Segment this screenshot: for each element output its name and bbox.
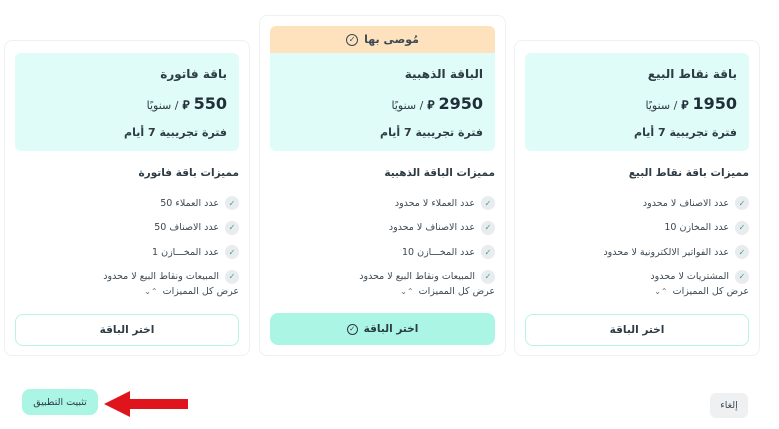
features-title: مميزات باقة فاتورة	[138, 167, 239, 179]
show-all-label: عرض كل المميزات	[672, 286, 749, 297]
recommended-label: مُوصى بها	[364, 33, 419, 46]
feature-label: عدد الاصناف لا محدود	[642, 197, 729, 209]
feature-label: عدد الاصناف لا محدود	[388, 222, 475, 234]
select-plan-button[interactable]: اختر الباقة ✓	[270, 313, 495, 345]
arrow-shape	[104, 391, 188, 417]
check-icon: ✓	[225, 220, 239, 235]
check-circle-icon: ✓	[346, 33, 359, 46]
check-icon: ✓	[735, 196, 749, 211]
feature-item: ✓ عدد الاصناف 50	[15, 216, 239, 241]
select-plan-button[interactable]: اختر الباقة	[525, 314, 749, 346]
feature-label: عدد العملاء لا محدود	[394, 197, 475, 209]
feature-item: ✓ عدد الفواتير الالكترونية لا محدود	[525, 240, 749, 265]
check-icon: ✓	[735, 269, 749, 284]
price-row: 550 ⃁ / سنويًا	[27, 94, 227, 113]
plan-card-pos: باقة نقاط البيع 1950 ⃁ / سنويًا فترة تجر…	[514, 40, 760, 356]
plan-price: 550	[193, 94, 227, 113]
expand-chevron-icon: ⌃⌄	[654, 286, 668, 296]
features-list: ✓ عدد الاصناف لا محدود ✓ عدد المخازن 10 ✓ ع…	[525, 191, 749, 289]
feature-label: عدد المخازن 10	[664, 222, 729, 234]
price-row: 2950 ⃁ / سنويًا	[282, 94, 483, 113]
plan-period: / سنويًا	[146, 99, 179, 112]
check-icon: ✓	[481, 269, 495, 284]
show-all-features-toggle[interactable]: عرض كل المميزات ⌃⌄	[654, 286, 749, 297]
cancel-button[interactable]: إلغاء	[710, 393, 748, 418]
feature-label: عدد الفواتير الالكترونية لا محدود	[603, 246, 729, 258]
plan-header: باقة فاتورة 550 ⃁ / سنويًا فترة تجريبية …	[15, 53, 239, 151]
plan-name: الباقة الذهبية	[404, 67, 483, 81]
check-icon: ✓	[225, 196, 239, 211]
plan-header: الباقة الذهبية 2950 ⃁ / سنويًا فترة تجري…	[270, 53, 495, 151]
expand-chevron-icon: ⌃⌄	[400, 286, 414, 296]
select-plan-label: اختر الباقة	[609, 324, 665, 336]
currency-icon: ⃁	[182, 98, 190, 112]
check-circle-icon: ✓	[346, 323, 358, 335]
select-plan-label: اختر الباقة	[363, 323, 419, 335]
feature-label: عدد المخـــازن 1	[152, 246, 219, 258]
check-icon: ✓	[481, 196, 495, 211]
plan-name: باقة فاتورة	[160, 67, 227, 81]
check-icon: ✓	[735, 245, 749, 260]
check-icon: ✓	[481, 245, 495, 260]
features-list: ✓ عدد العملاء 50 ✓ عدد الاصناف 50 ✓ عدد الم…	[15, 191, 239, 289]
feature-item: ✓ عدد الاصناف لا محدود	[270, 216, 495, 241]
red-arrow-annotation	[104, 391, 188, 417]
check-icon: ✓	[225, 245, 239, 260]
feature-item: ✓ عدد المخازن 10	[525, 216, 749, 241]
plan-card-invoice: باقة فاتورة 550 ⃁ / سنويًا فترة تجريبية …	[4, 40, 250, 356]
feature-item: ✓ عدد المخـــازن 1	[15, 240, 239, 265]
currency-icon: ⃁	[427, 98, 435, 112]
plan-header: باقة نقاط البيع 1950 ⃁ / سنويًا فترة تجر…	[525, 53, 749, 151]
feature-item: ✓ عدد العملاء 50	[15, 191, 239, 216]
features-list: ✓ عدد العملاء لا محدود ✓ عدد الاصناف لا مح…	[270, 191, 495, 289]
check-icon: ✓	[481, 220, 495, 235]
feature-item: ✓ عدد المخـــازن 10	[270, 240, 495, 265]
feature-item: ✓ عدد الاصناف لا محدود	[525, 191, 749, 216]
plan-price: 1950	[692, 94, 737, 113]
select-plan-label: اختر الباقة	[99, 324, 155, 336]
features-title: مميزات باقة نقاط البيع	[628, 167, 749, 179]
show-all-features-toggle[interactable]: عرض كل المميزات ⌃⌄	[400, 286, 495, 297]
feature-label: المبيعات ونقاط البيع لا محدود	[359, 271, 475, 283]
select-plan-button[interactable]: اختر الباقة	[15, 314, 239, 346]
feature-item: ✓ عدد العملاء لا محدود	[270, 191, 495, 216]
feature-label: المشتريات لا محدود	[650, 271, 729, 283]
plan-trial: فترة تجريبية 7 أيام	[124, 126, 227, 139]
install-app-button[interactable]: تثبيت التطبيق	[22, 389, 98, 415]
expand-chevron-icon: ⌃⌄	[144, 286, 158, 296]
price-row: 1950 ⃁ / سنويًا	[537, 94, 737, 113]
feature-label: عدد الاصناف 50	[154, 222, 219, 234]
feature-label: عدد المخـــازن 10	[402, 246, 475, 258]
show-all-features-toggle[interactable]: عرض كل المميزات ⌃⌄	[144, 286, 239, 297]
plan-period: / سنويًا	[645, 99, 678, 112]
plan-trial: فترة تجريبية 7 أيام	[634, 126, 737, 139]
currency-icon: ⃁	[681, 98, 689, 112]
feature-label: المبيعات ونقاط البيع لا محدود	[103, 271, 219, 283]
plan-name: باقة نقاط البيع	[647, 67, 737, 81]
show-all-label: عرض كل المميزات	[418, 286, 495, 297]
plan-trial: فترة تجريبية 7 أيام	[380, 126, 483, 139]
check-icon: ✓	[735, 220, 749, 235]
plan-price: 2950	[438, 94, 483, 113]
check-icon: ✓	[225, 269, 239, 284]
show-all-label: عرض كل المميزات	[162, 286, 239, 297]
feature-label: عدد العملاء 50	[160, 197, 219, 209]
features-title: مميزات الباقة الذهبية	[384, 167, 495, 179]
recommended-badge: مُوصى بها ✓	[270, 26, 495, 53]
plan-period: / سنويًا	[391, 99, 424, 112]
plan-card-gold: مُوصى بها ✓ الباقة الذهبية 2950 ⃁ / سنوي…	[259, 15, 506, 356]
